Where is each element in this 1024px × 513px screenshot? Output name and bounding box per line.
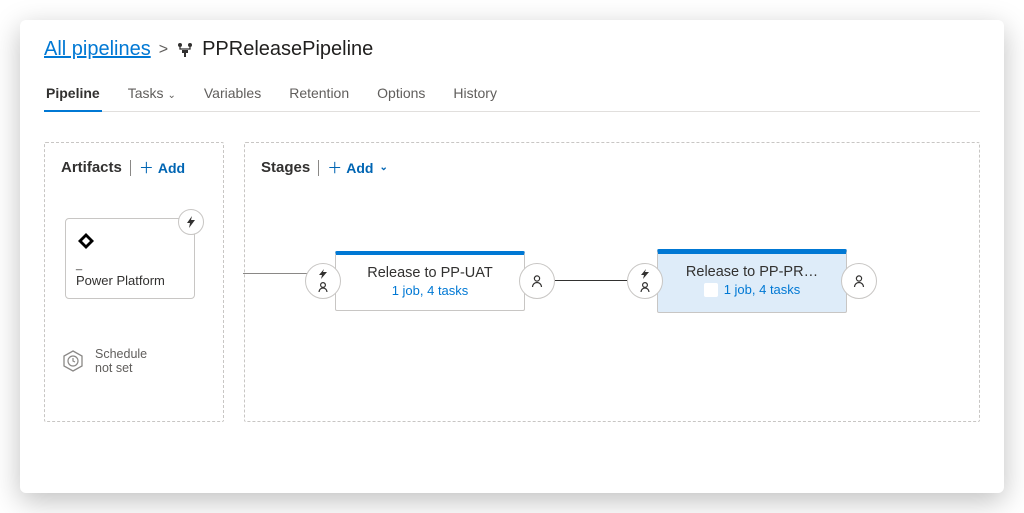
breadcrumb-separator: > [159,41,168,59]
plus-icon: ＋ [139,157,154,178]
breadcrumb: All pipelines > PPReleasePipeline [44,38,980,61]
tab-retention[interactable]: Retention [287,79,351,111]
add-artifact-button[interactable]: ＋ Add [139,157,185,178]
person-icon [317,281,329,293]
tab-history[interactable]: History [451,79,499,111]
tab-pipeline[interactable]: Pipeline [44,79,102,111]
breadcrumb-root-link[interactable]: All pipelines [44,38,151,61]
add-stage-label: Add [346,160,373,176]
stages-panel: Stages ＋ Add ⌄ [244,142,980,422]
artifact-to-stage-connector [243,273,307,274]
stage-tasks-link[interactable]: 1 job, 4 tasks [704,282,801,297]
artifacts-header: Artifacts ＋ Add [61,157,207,178]
stage-card[interactable]: Release to PP-UAT 1 job, 4 tasks [335,251,525,311]
header-divider [318,160,319,176]
lightning-icon [639,269,651,279]
stages-header: Stages ＋ Add ⌄ [261,157,963,178]
schedule-label: Schedule not set [95,347,147,375]
tab-options[interactable]: Options [375,79,427,111]
artifact-alias: _ [76,259,184,271]
post-deployment-conditions-button[interactable] [519,263,555,299]
header-divider [130,160,131,176]
stage-block: Release to PP-UAT 1 job, 4 tasks [305,251,555,311]
artifact-card[interactable]: _ Power Platform [65,218,195,299]
page-title: PPReleasePipeline [202,38,373,61]
pre-deployment-conditions-button[interactable] [305,263,341,299]
artifacts-title: Artifacts [61,159,122,176]
stage-name: Release to PP-UAT [348,265,512,281]
clock-icon [61,349,85,373]
tab-tasks-label: Tasks [128,85,164,101]
release-pipeline-editor: All pipelines > PPReleasePipeline Pipeli… [20,20,1004,493]
artifact-source-name: Power Platform [76,273,184,288]
pipeline-canvas: Artifacts ＋ Add _ Power Platform [44,142,980,422]
stage-tasks-label: 1 job, 4 tasks [724,282,801,297]
stage-name: Release to PP-PR… [670,264,834,280]
stages-title: Stages [261,159,310,176]
person-icon [852,274,866,288]
artifacts-panel: Artifacts ＋ Add _ Power Platform [44,142,224,422]
artifact-trigger-button[interactable] [178,209,204,235]
tab-bar: Pipeline Tasks⌄ Variables Retention Opti… [44,79,980,112]
stage-card[interactable]: Release to PP-PR… 1 job, 4 tasks [657,249,847,313]
tab-variables[interactable]: Variables [202,79,263,111]
stage-tasks-link[interactable]: 1 job, 4 tasks [392,283,469,298]
chevron-down-icon: ⌄ [167,90,175,101]
azure-devops-icon [76,231,96,251]
pre-deployment-conditions-button[interactable] [627,263,663,299]
add-stage-button[interactable]: ＋ Add ⌄ [327,157,388,178]
person-icon [530,274,544,288]
add-artifact-label: Add [158,160,185,176]
stages-row: Release to PP-UAT 1 job, 4 tasks [305,249,877,313]
chevron-down-icon: ⌄ [379,162,387,173]
plus-icon: ＋ [327,157,342,178]
schedule-trigger[interactable]: Schedule not set [61,347,207,375]
stage-block: Release to PP-PR… 1 job, 4 tasks [627,249,877,313]
lightning-icon [185,216,197,228]
post-deployment-conditions-button[interactable] [841,263,877,299]
person-icon [639,281,651,293]
stage-connector [555,280,627,281]
lightning-icon [317,269,329,279]
pipeline-icon [176,41,194,59]
tab-tasks[interactable]: Tasks⌄ [126,79,178,111]
